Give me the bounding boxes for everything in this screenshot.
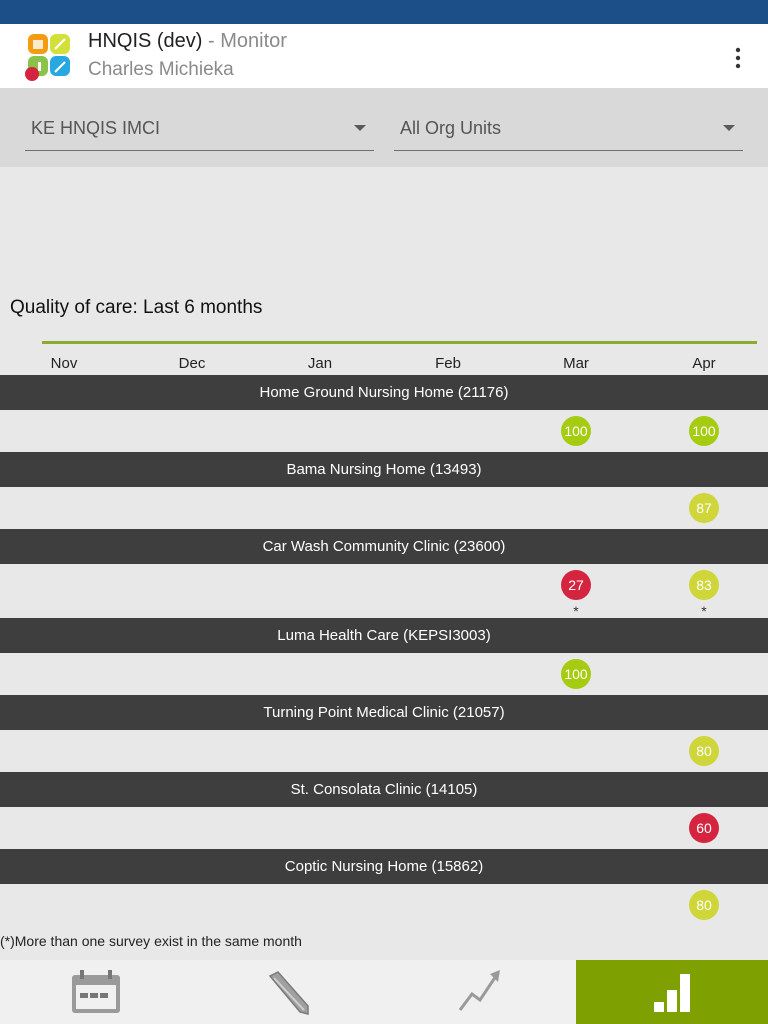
dropdown-arrow-icon [723, 125, 735, 131]
pencil-icon [268, 971, 309, 1015]
title-divider [42, 341, 757, 344]
org-unit-spinner[interactable]: All Org Units [394, 110, 743, 151]
month-label: Dec [178, 355, 206, 372]
facility-header: Bama Nursing Home (13493) [0, 452, 768, 487]
trend-arrow-icon [458, 970, 500, 1011]
app-title-name: HNQIS (dev) [88, 30, 203, 52]
footnote: (*)More than one survey exist in the sam… [0, 933, 302, 949]
score-badge[interactable]: 80 [689, 736, 719, 766]
score-badge[interactable]: 100 [689, 416, 719, 446]
multiple-survey-marker: * [701, 603, 707, 619]
score-badge[interactable]: 83 [689, 570, 719, 600]
program-spinner[interactable]: KE HNQIS IMCI [25, 110, 374, 151]
month-label: Jan [307, 355, 333, 372]
nav-tab-improve[interactable] [192, 960, 384, 1024]
app-title: HNQIS (dev) - Monitor [88, 30, 287, 53]
overflow-menu-icon[interactable] [724, 46, 752, 70]
month-label: Apr [692, 355, 716, 372]
nav-tab-plan[interactable] [384, 960, 576, 1024]
nav-tab-assess[interactable] [0, 960, 192, 1024]
facility-header: Luma Health Care (KEPSI3003) [0, 618, 768, 653]
app-bar: HNQIS (dev) - Monitor Charles Michieka [0, 24, 768, 88]
user-name: Charles Michieka [88, 59, 234, 80]
score-badge[interactable]: 87 [689, 493, 719, 523]
program-spinner-label: KE HNQIS IMCI [31, 118, 161, 138]
filter-bar: KE HNQIS IMCI All Org Units [0, 88, 768, 167]
multiple-survey-marker: * [573, 603, 579, 619]
app-logo [25, 34, 70, 81]
dropdown-arrow-icon [354, 125, 366, 131]
score-badge[interactable]: 100 [561, 659, 591, 689]
facility-header: Turning Point Medical Clinic (21057) [0, 695, 768, 730]
month-label: Feb [435, 355, 461, 372]
monitor-title: Quality of care: Last 6 months [10, 297, 263, 318]
org-unit-spinner-label: All Org Units [400, 118, 502, 138]
month-label: Nov [50, 355, 78, 372]
calendar-icon [72, 970, 120, 1013]
score-badge[interactable]: 60 [689, 813, 719, 843]
facility-header: Car Wash Community Clinic (23600) [0, 529, 768, 564]
score-badge[interactable]: 80 [689, 890, 719, 920]
month-label: Mar [563, 355, 589, 372]
score-badge[interactable]: 27 [561, 570, 591, 600]
facility-header: Coptic Nursing Home (15862) [0, 849, 768, 884]
facility-header: St. Consolata Clinic (14105) [0, 772, 768, 807]
nav-tab-monitor[interactable] [576, 960, 768, 1024]
status-bar [0, 0, 768, 24]
facility-header: Home Ground Nursing Home (21176) [0, 375, 768, 410]
bottom-nav [0, 960, 768, 1024]
app-title-section: - Monitor [202, 30, 287, 52]
score-badge[interactable]: 100 [561, 416, 591, 446]
bar-chart-icon [654, 974, 690, 1012]
